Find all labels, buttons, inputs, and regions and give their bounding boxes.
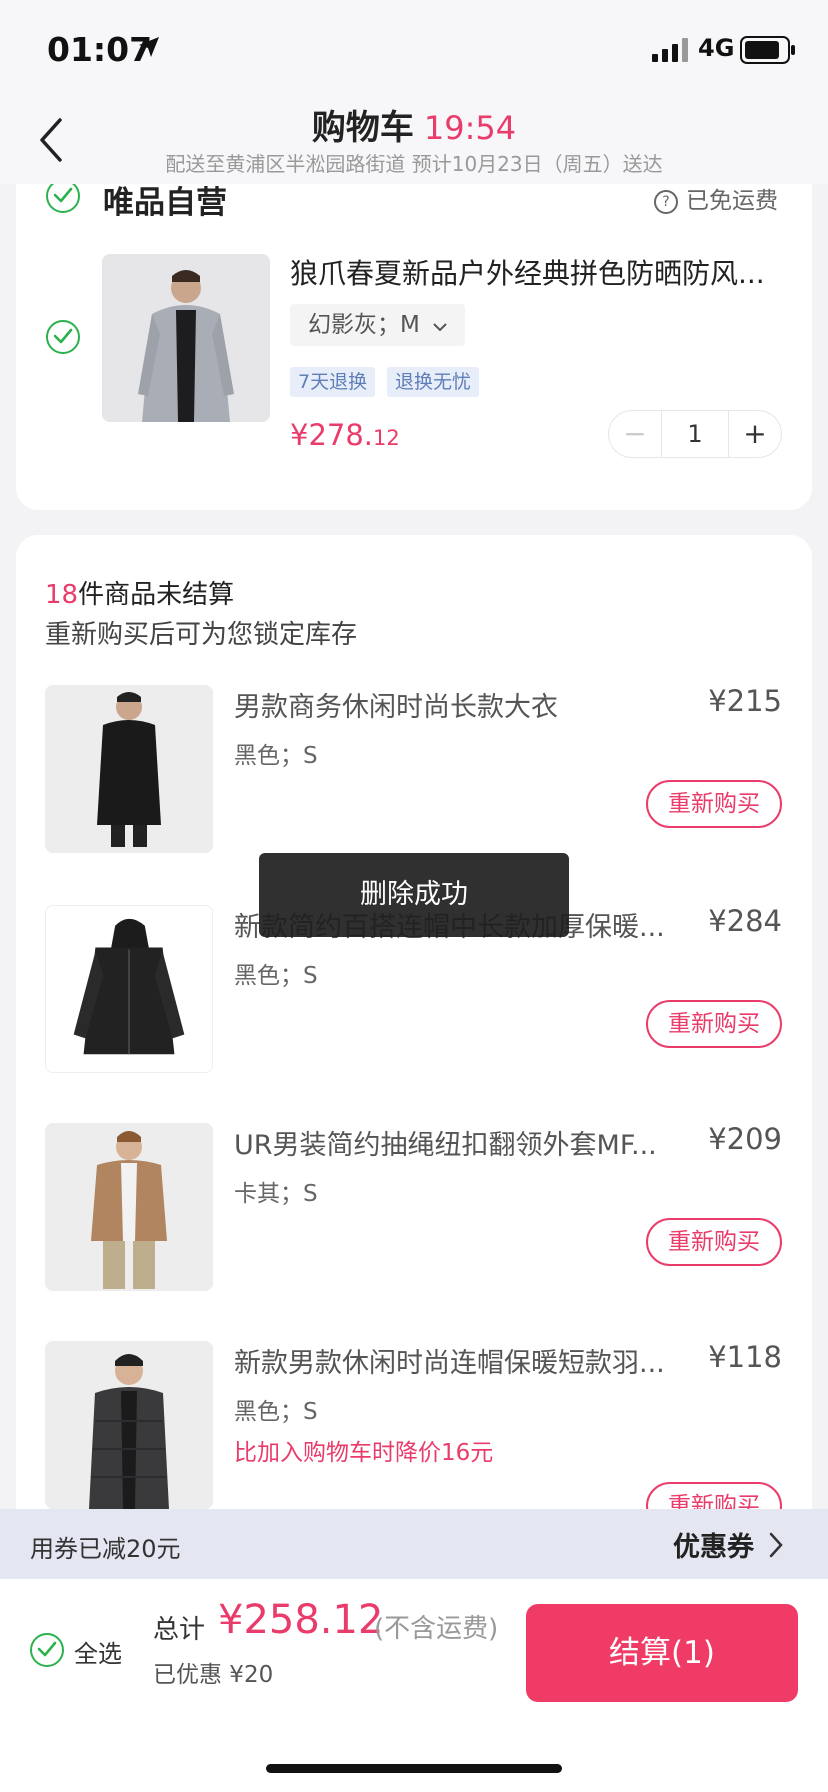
jacket-model-image: [102, 254, 270, 422]
quantity-stepper: − 1 +: [608, 410, 782, 458]
select-all-label[interactable]: 全选: [74, 1634, 122, 1669]
tag-7day-return: 7天退换: [290, 367, 376, 397]
question-icon: ?: [654, 190, 678, 214]
rebuy-button[interactable]: 重新购买: [646, 780, 782, 828]
discount-amount: 已优惠 ¥20: [153, 1662, 274, 1688]
checkout-button[interactable]: 结算(1): [526, 1604, 798, 1702]
coupon-bar[interactable]: 用券已减20元 优惠券: [0, 1509, 828, 1579]
decrease-button[interactable]: −: [609, 411, 661, 457]
list-item-variant: 卡其；S: [234, 1181, 318, 1207]
khaki-jacket-image: [45, 1123, 213, 1291]
list-item-image[interactable]: [45, 905, 213, 1073]
list-item-price: ¥118: [708, 1340, 782, 1374]
list-item-title[interactable]: 新款男款休闲时尚连帽保暖短款羽...: [234, 1341, 684, 1380]
checkout-bar: 全选 总计 ¥258.12 (不含运费) 已优惠 ¥20 结算(1): [0, 1579, 828, 1792]
shipping-excluded-note: (不含运费): [374, 1614, 499, 1644]
free-shipping[interactable]: ? 已免运费: [654, 181, 778, 215]
coat-model-image: [45, 685, 213, 853]
tag-worry-free: 退换无忧: [387, 367, 480, 397]
network-type: 4G: [698, 34, 735, 62]
list-item-image[interactable]: [45, 685, 213, 853]
coupon-link[interactable]: 优惠券: [673, 1525, 754, 1564]
increase-button[interactable]: +: [729, 411, 781, 457]
product-title[interactable]: 狼爪春夏新品户外经典拼色防晒防风...: [290, 252, 780, 292]
hooded-coat-image: [46, 906, 212, 1072]
list-item-variant: 黑色；S: [234, 743, 318, 769]
countdown-timer: 19:54: [423, 109, 517, 147]
location-arrow-icon: [139, 37, 159, 57]
unsettled-count: 18件商品未结算: [45, 580, 235, 610]
select-all-check-icon[interactable]: [30, 1633, 64, 1667]
list-item-variant: 黑色；S: [234, 963, 318, 989]
delivery-info: 配送至黄浦区半淞园路街道 预计10月23日（周五）送达: [165, 152, 663, 176]
product-price: ¥278.12: [290, 418, 400, 452]
store-check-icon[interactable]: [46, 179, 80, 213]
puffer-jacket-image: [45, 1341, 213, 1509]
list-item-variant: 黑色；S: [234, 1399, 318, 1425]
variant-selector[interactable]: 幻影灰；M: [290, 304, 466, 346]
item-check-icon[interactable]: [46, 320, 80, 354]
battery-icon: [740, 36, 795, 64]
list-item-title[interactable]: 男款商务休闲时尚长款大衣: [234, 685, 684, 724]
price-drop-note: 比加入购物车时降价16元: [234, 1440, 494, 1466]
signal-icon: [652, 38, 688, 62]
chevron-right-icon[interactable]: [768, 1531, 784, 1559]
list-item-image[interactable]: [45, 1341, 213, 1509]
coupon-applied: 用券已减20元: [30, 1535, 181, 1563]
total-amount: ¥258.12: [218, 1597, 384, 1643]
unsettled-subtitle: 重新购买后可为您锁定库存: [45, 620, 358, 650]
top-header: 01:07 4G 购物车 19:54 配送至黄浦区半淞园路街道 预计10月23日（…: [0, 0, 828, 184]
list-item-price: ¥284: [708, 904, 782, 938]
toast-message: 删除成功: [259, 853, 569, 937]
chevron-down-icon: [433, 323, 447, 332]
title-row: 购物车 19:54: [0, 100, 828, 150]
clock: 01:07: [47, 30, 153, 69]
list-item-image[interactable]: [45, 1123, 213, 1291]
rebuy-button[interactable]: 重新购买: [646, 1218, 782, 1266]
list-item-price: ¥209: [708, 1122, 782, 1156]
rebuy-button[interactable]: 重新购买: [646, 1000, 782, 1048]
home-indicator[interactable]: [266, 1764, 562, 1773]
list-item-title[interactable]: UR男装简约抽绳纽扣翻领外套MF...: [234, 1123, 684, 1162]
quantity-value[interactable]: 1: [661, 411, 729, 457]
page-title: 购物车: [311, 108, 414, 148]
product-image[interactable]: [102, 254, 270, 422]
status-bar: 01:07 4G: [0, 0, 828, 100]
total-label: 总计: [153, 1615, 206, 1645]
list-item-price: ¥215: [708, 684, 782, 718]
